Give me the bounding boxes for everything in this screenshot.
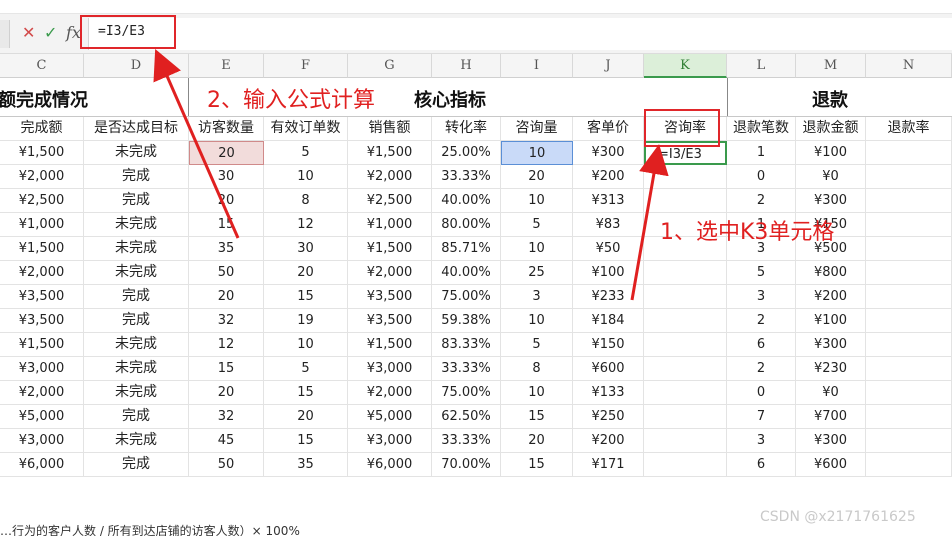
arrow-to-k3: [630, 144, 669, 301]
annotation-arrows: [153, 49, 669, 301]
watermark: CSDN @x2171761625: [760, 509, 916, 525]
spreadsheet-window: ✕ ✓ fx =I3/E3 CDEFGHIJKLMN销售额完成情况核心指标退款完…: [0, 0, 952, 536]
footer-note: …行为的客户人数 / 所有到达店铺的访客人数）× 100%: [0, 524, 300, 536]
arrow-to-formula: [153, 49, 240, 239]
